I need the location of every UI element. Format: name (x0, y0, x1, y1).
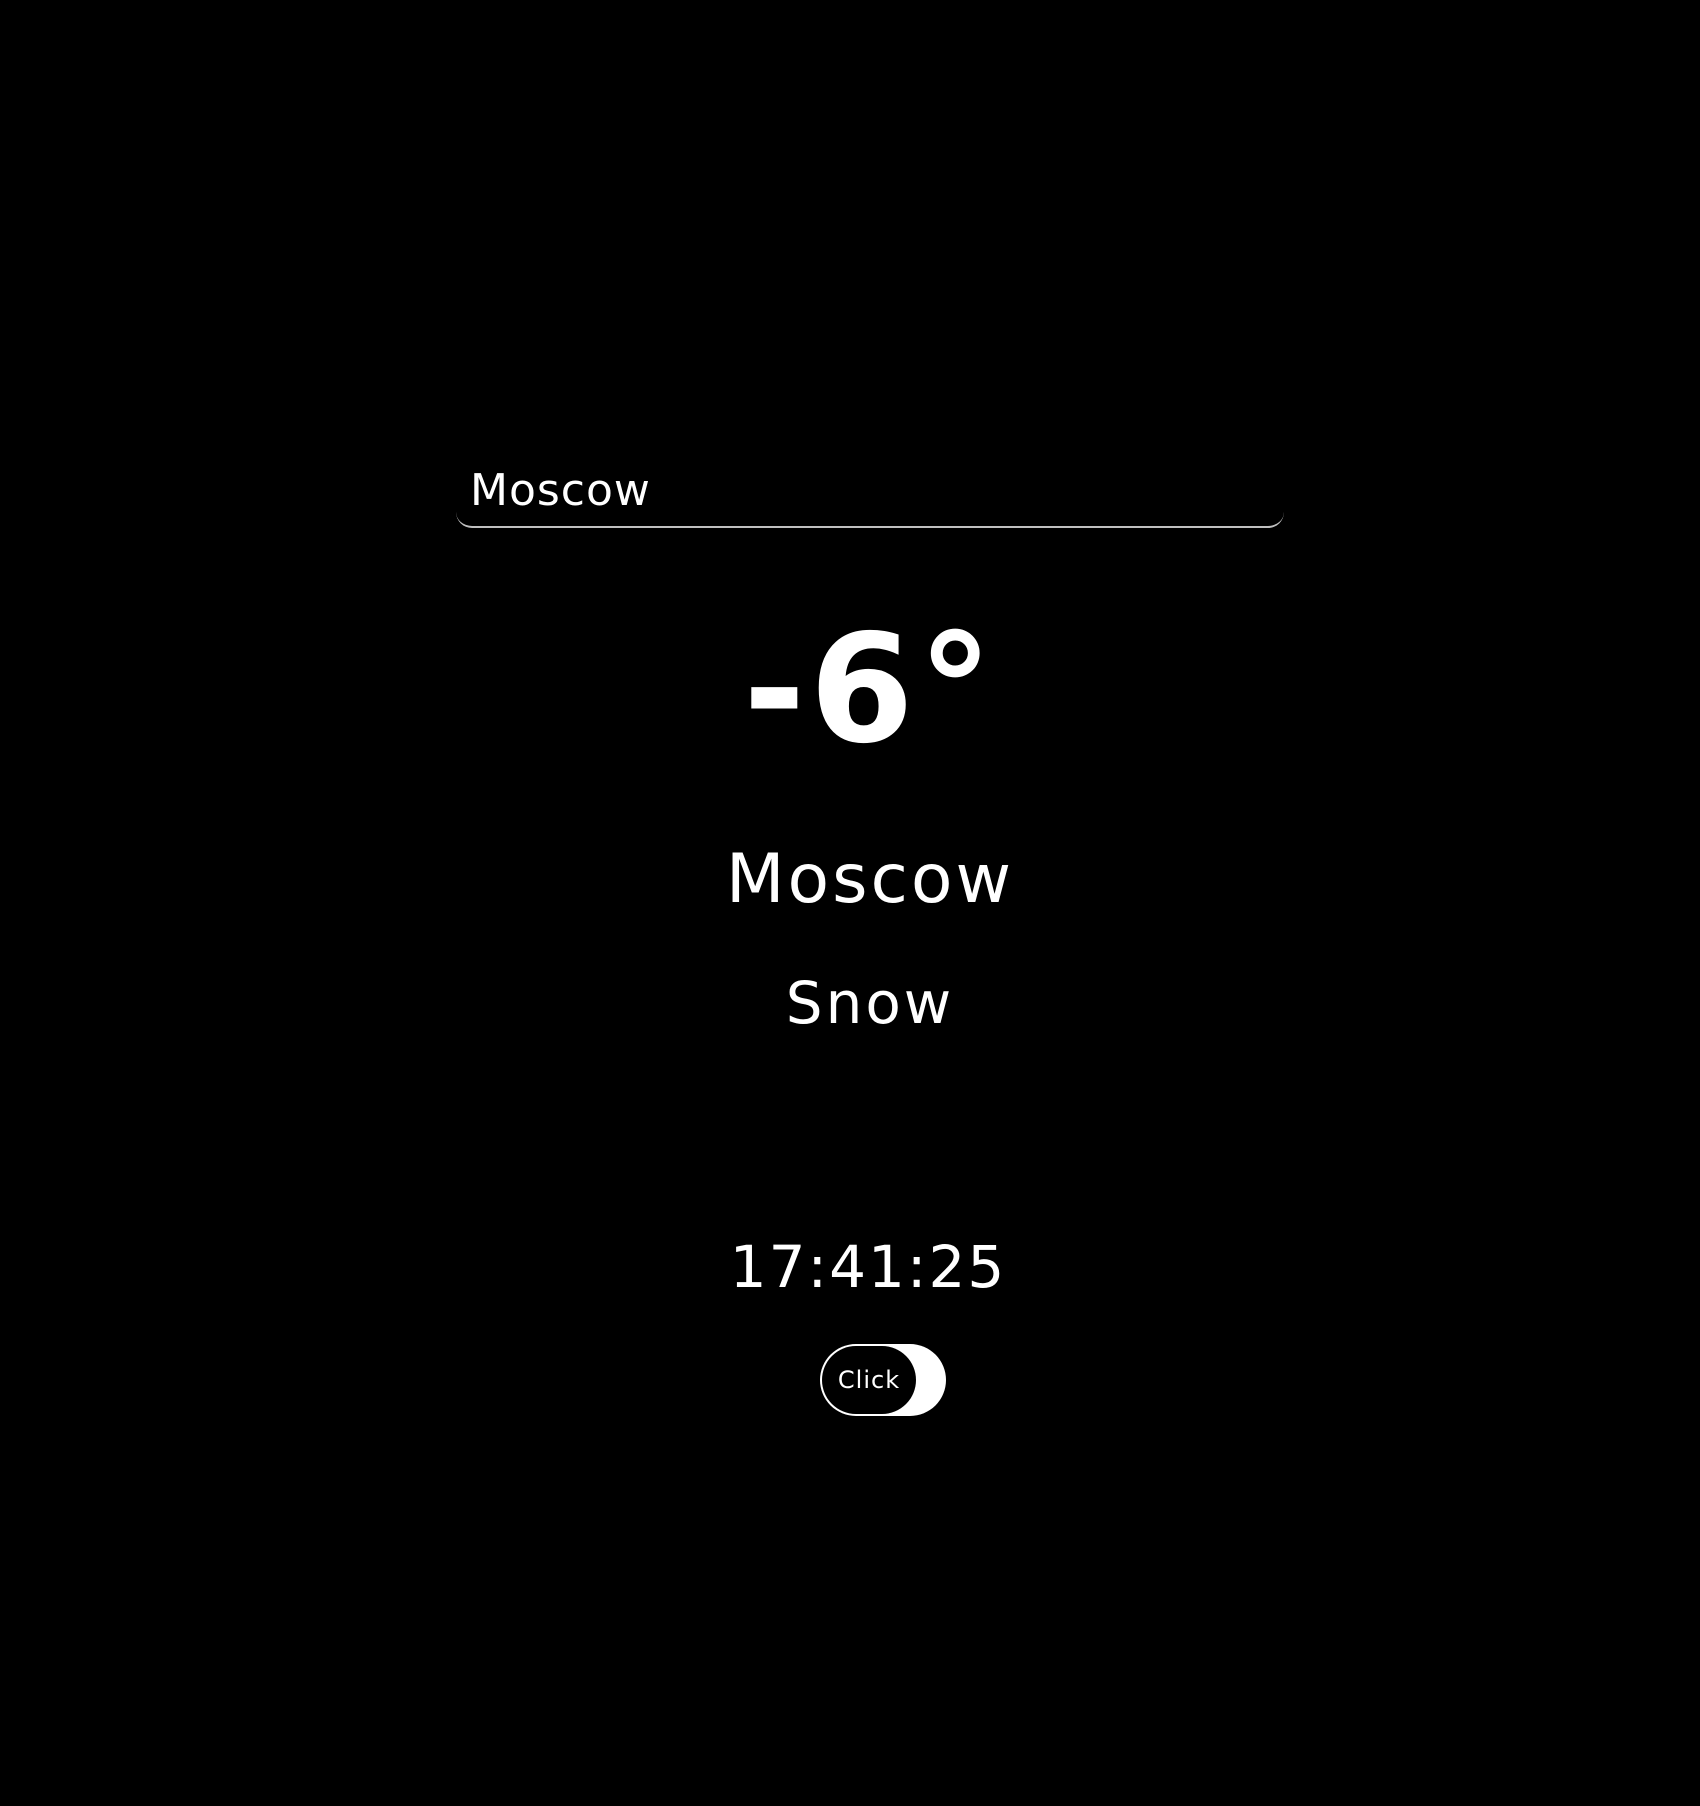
city-name: Moscow (725, 840, 1015, 919)
toggle-label: Click (837, 1366, 901, 1394)
clock-time: 17:41:25 (729, 1233, 1007, 1301)
weather-app: -6° Moscow Snow 17:41:25 Click (0, 0, 1700, 1806)
search-bar (456, 456, 1284, 528)
temperature-display: -6° (743, 603, 997, 777)
city-search-input[interactable] (470, 462, 1250, 518)
theme-toggle-switch[interactable]: Click (820, 1344, 946, 1416)
weather-condition: Snow (785, 969, 955, 1037)
toggle-knob: Click (822, 1346, 916, 1414)
